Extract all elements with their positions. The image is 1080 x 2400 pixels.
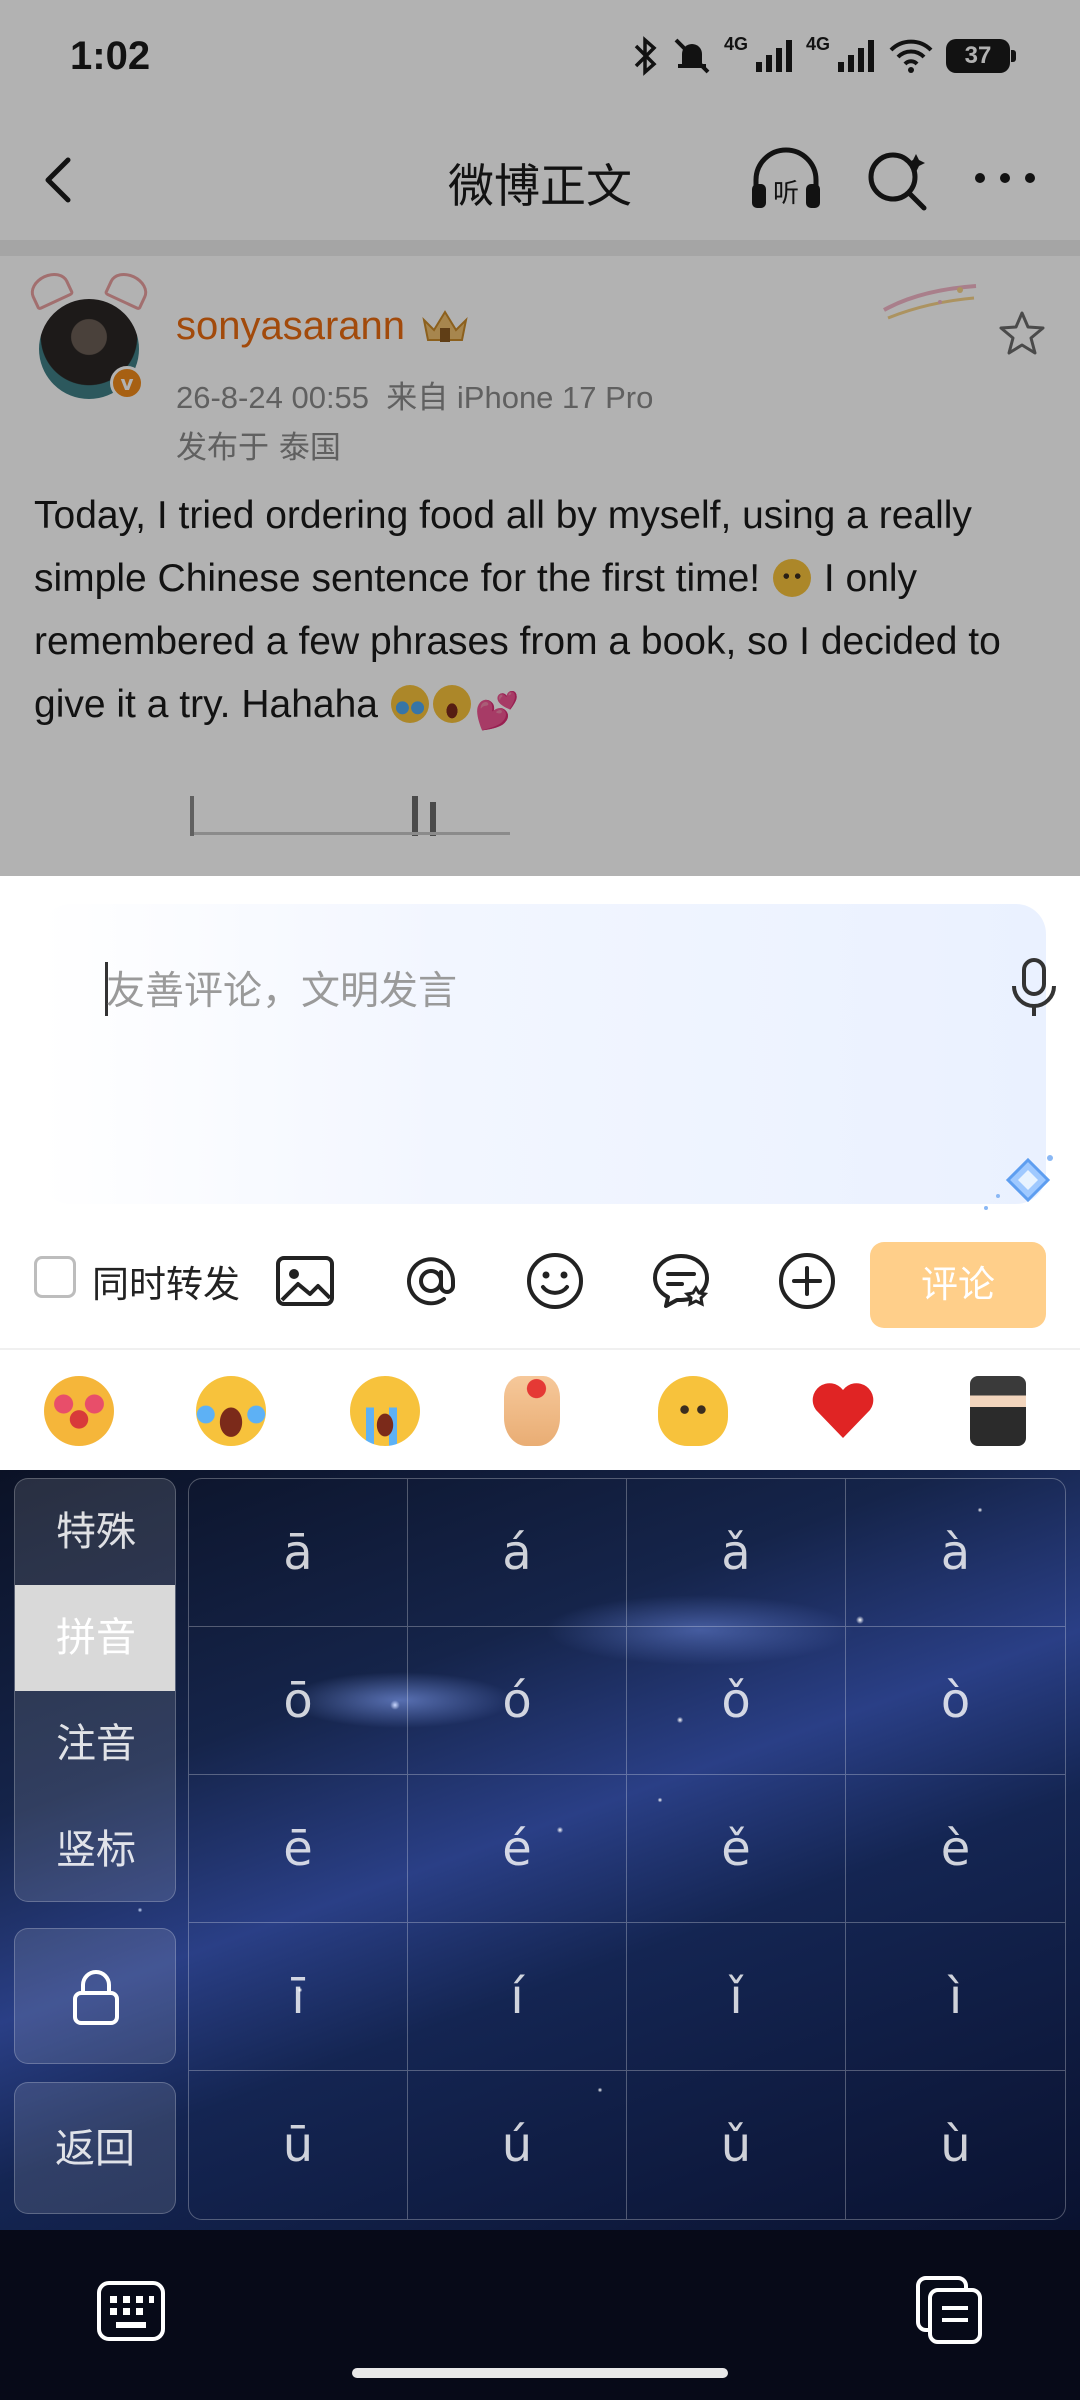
battery-icon: 37 (946, 39, 1016, 73)
hug-face-emoji[interactable] (44, 1376, 114, 1446)
key-a1[interactable]: ā (189, 1479, 408, 1627)
mute-bell-icon (674, 38, 710, 74)
pleading-face-emoji (773, 559, 811, 597)
pinyin-tone-keyboard: 特殊 拼音 注音 竖标 返回 ā á ǎ à ō ó ǒ ò ē é ě è ī… (0, 1470, 1080, 2230)
key-i2[interactable]: í (408, 1923, 627, 2071)
svg-text:听: 听 (773, 179, 799, 209)
sticker-avatar-emoji[interactable] (970, 1376, 1026, 1446)
home-indicator[interactable] (352, 2368, 728, 2378)
laughing-face-emoji (432, 685, 471, 723)
post-card: v sonyasarann 26-8-24 00:55 来自 iPhone 17… (0, 256, 1080, 876)
status-icons: 4G 4G 37 (632, 33, 1016, 76)
quick-emoji-bar (0, 1348, 1080, 1470)
favorite-star-icon[interactable] (996, 308, 1048, 360)
more-icon[interactable] (970, 158, 1040, 198)
ai-assistant-icon[interactable] (950, 1152, 1060, 1222)
post-timestamp: 26-8-24 00:55 (176, 380, 370, 415)
keyboard-switch-icon[interactable] (96, 2280, 166, 2342)
comment-input[interactable]: 友善评论，文明发言 (40, 904, 1056, 1204)
plus-icon[interactable] (776, 1250, 838, 1312)
key-u2[interactable]: ú (408, 2071, 627, 2219)
keyboard-back-button[interactable]: 返回 (14, 2082, 176, 2214)
comment-placeholder: 友善评论，文明发言 (106, 969, 458, 1014)
bluetooth-icon (634, 36, 657, 76)
key-e1[interactable]: ē (189, 1775, 408, 1923)
key-i4[interactable]: ì (846, 1923, 1065, 2071)
key-o1[interactable]: ō (189, 1627, 408, 1775)
post-location: 发布于 泰国 (176, 430, 341, 466)
username[interactable]: sonyasarann (176, 304, 405, 349)
key-e4[interactable]: è (846, 1775, 1065, 1923)
repost-checkbox[interactable] (34, 1256, 76, 1298)
lock-icon (73, 1970, 119, 2025)
composer-toolbar: 同时转发 评论 (0, 1216, 1080, 1332)
sparkle-decoration-icon (883, 284, 977, 320)
tab-zhuyin[interactable]: 注音 (15, 1691, 175, 1797)
nav-bar: 微博正文 听 (0, 120, 1080, 240)
tab-special[interactable]: 特殊 (15, 1479, 175, 1585)
tab-pinyin[interactable]: 拼音 (15, 1585, 175, 1691)
melting-face-emoji[interactable] (658, 1376, 728, 1446)
post-body: Today, I tried ordering food all by myse… (34, 484, 1054, 736)
crying-face-emoji (390, 685, 429, 723)
tears-of-joy-emoji[interactable] (196, 1376, 266, 1446)
chat-bubble-icon[interactable] (650, 1250, 712, 1312)
status-time: 1:02 (70, 34, 151, 78)
tab-vertical[interactable]: 竖标 (15, 1797, 175, 1901)
keyboard-bottom-bar (0, 2230, 1080, 2400)
media-preview-strip (190, 796, 510, 836)
tone-key-grid: ā á ǎ à ō ó ǒ ò ē é ě è ī í ǐ ì ū ú ǔ ù (188, 1478, 1066, 2220)
key-o4[interactable]: ò (846, 1627, 1065, 1775)
two-hearts-emoji: 💕 (474, 690, 520, 731)
key-o3[interactable]: ǒ (627, 1627, 846, 1775)
image-icon[interactable] (274, 1250, 336, 1312)
key-u3[interactable]: ǔ (627, 2071, 846, 2219)
key-a3[interactable]: ǎ (627, 1479, 846, 1627)
emoji-icon[interactable] (524, 1250, 586, 1312)
section-divider (0, 240, 1080, 256)
signal-icon (755, 40, 792, 72)
avatar[interactable]: v (25, 266, 153, 402)
keyboard-mode-tabs: 特殊 拼音 注音 竖标 (14, 1478, 176, 1902)
comment-composer: 友善评论，文明发言 同时转发 评论 (0, 876, 1080, 1348)
clipboard-icon[interactable] (914, 2274, 984, 2346)
status-bar: 1:02 4G 4G 37 (0, 0, 1080, 120)
verified-badge: v (110, 366, 144, 400)
key-a2[interactable]: á (408, 1479, 627, 1627)
post-page: 1:02 4G 4G 37 微博正文 听 v sonyasarann 26-8-… (0, 0, 1080, 876)
search-icon[interactable] (862, 146, 932, 216)
signal-icon-2 (838, 40, 874, 72)
key-i3[interactable]: ǐ (627, 1923, 846, 2071)
submit-comment-button[interactable]: 评论 (870, 1242, 1046, 1328)
network-label-1: 4G (723, 33, 748, 54)
key-e2[interactable]: é (408, 1775, 627, 1923)
at-mention-icon[interactable] (400, 1250, 462, 1312)
key-u4[interactable]: ù (846, 2071, 1065, 2219)
key-a4[interactable]: à (846, 1479, 1065, 1627)
repost-label[interactable]: 同时转发 (92, 1254, 240, 1308)
loudly-crying-emoji[interactable] (350, 1376, 420, 1446)
microphone-icon[interactable] (1006, 956, 1062, 1020)
key-i1[interactable]: ī (189, 1923, 408, 2071)
finger-heart-emoji[interactable] (504, 1376, 560, 1446)
key-e3[interactable]: ě (627, 1775, 846, 1923)
lock-button[interactable] (14, 1928, 176, 2064)
crown-badge-icon (422, 310, 468, 342)
network-label-2: 4G (805, 33, 830, 54)
key-u1[interactable]: ū (189, 2071, 408, 2219)
key-o2[interactable]: ó (408, 1627, 627, 1775)
red-heart-emoji[interactable] (808, 1376, 878, 1446)
wifi-icon (889, 39, 933, 73)
listen-headphones-icon[interactable]: 听 (748, 142, 824, 218)
post-source: 来自 iPhone 17 Pro (386, 380, 654, 415)
post-meta: 26-8-24 00:55 来自 iPhone 17 Pro (176, 372, 653, 417)
